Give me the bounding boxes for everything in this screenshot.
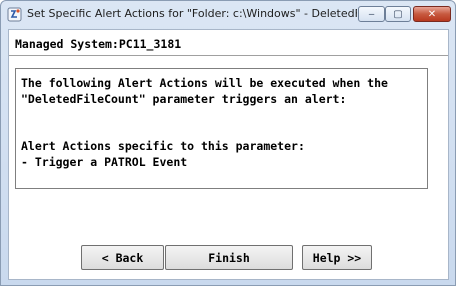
message-line-1: The following Alert Actions will be exec… — [21, 76, 388, 90]
finish-button[interactable]: Finish — [165, 245, 293, 270]
back-button[interactable]: < Back — [81, 245, 164, 270]
maximize-button[interactable]: ▢ — [385, 6, 411, 22]
dialog-client-area: Managed System:PC11_3181 The following A… — [8, 29, 449, 280]
message-line-2: "DeletedFileCount" parameter triggers an… — [21, 92, 347, 106]
header-divider — [9, 55, 448, 57]
close-icon: ✕ — [427, 8, 437, 20]
message-line-4: - Trigger a PATROL Event — [21, 155, 188, 169]
alert-actions-message-box: The following Alert Actions will be exec… — [15, 68, 428, 189]
title-bar[interactable]: Set Specific Alert Actions for "Folder: … — [1, 1, 455, 28]
close-button[interactable]: ✕ — [413, 6, 451, 22]
dialog-window: Set Specific Alert Actions for "Folder: … — [0, 0, 456, 286]
message-line-3: Alert Actions specific to this parameter… — [21, 139, 305, 153]
minimize-button[interactable]: ‒ — [358, 6, 385, 22]
app-icon — [7, 7, 22, 22]
maximize-icon: ▢ — [393, 8, 403, 20]
managed-system-label: Managed System:PC11_3181 — [15, 37, 182, 51]
minimize-icon: ‒ — [368, 8, 375, 20]
help-button[interactable]: Help >> — [302, 245, 372, 270]
window-title: Set Specific Alert Actions for "Folder: … — [27, 7, 357, 20]
